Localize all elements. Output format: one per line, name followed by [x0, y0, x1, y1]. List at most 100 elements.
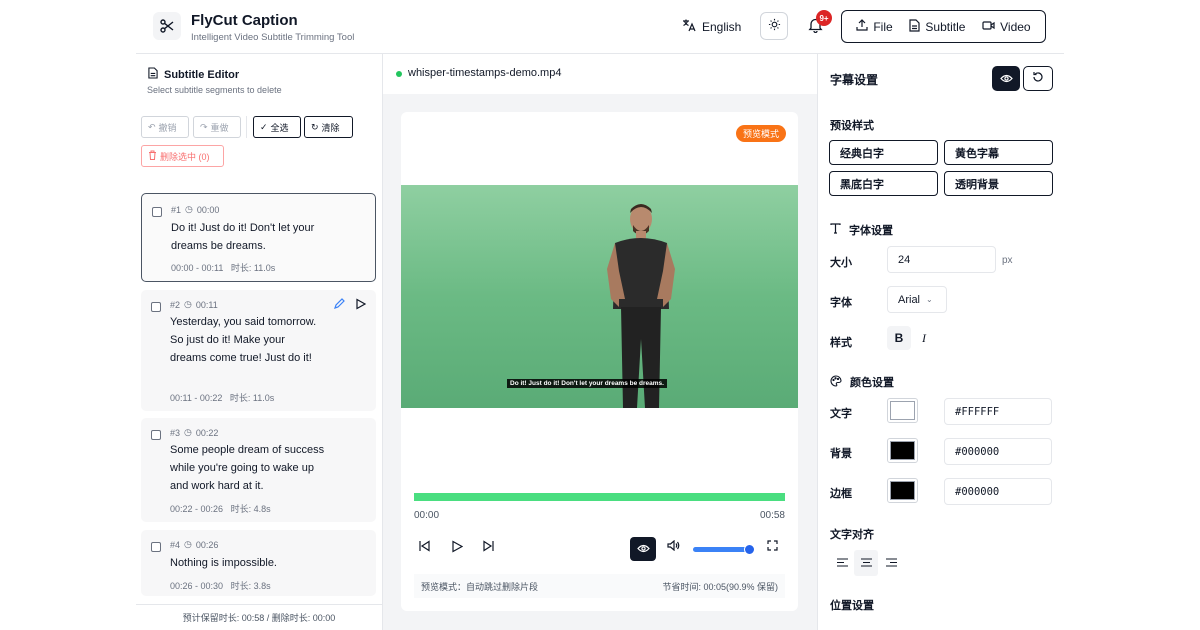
eye-icon: [999, 72, 1013, 86]
preview-info-bar: 预览模式：自动跳过删除片段 节省时间: 00:05(90.9% 保留): [414, 574, 785, 598]
subtitle-segment[interactable]: #3 ◷ 00:22 Some people dream of success …: [141, 418, 376, 522]
align-left-button[interactable]: [830, 550, 854, 576]
app-window: FlyCut Caption Intelligent Video Subtitl…: [136, 0, 1064, 630]
subtitle-visibility-button[interactable]: [630, 537, 656, 561]
segment-checkbox[interactable]: [152, 207, 162, 217]
text-color-label: 文字: [830, 408, 852, 420]
video-caption: Do it! Just do it! Don't let your dreams…: [507, 379, 667, 388]
font-section-heading: 字体设置: [830, 222, 893, 238]
clock-icon: ◷: [184, 539, 192, 549]
segment-text: Nothing is impossible.: [170, 557, 277, 569]
segment-checkbox[interactable]: [151, 302, 161, 312]
skip-back-button[interactable]: [418, 540, 431, 555]
segment-range: 00:00 - 00:11: [171, 263, 224, 273]
skip-forward-button[interactable]: [482, 540, 495, 555]
subtitle-menu-button[interactable]: Subtitle: [909, 18, 965, 35]
preset-classic-white[interactable]: 经典白字: [829, 140, 938, 165]
segment-start: 00:00: [196, 204, 220, 215]
timeline-progress-bar[interactable]: [414, 493, 785, 501]
font-size-input[interactable]: 24: [887, 246, 996, 273]
undo-icon: ↶: [148, 121, 156, 132]
subtitle-segment[interactable]: #1 ◷ 00:00 Do it! Just do it! Don't let …: [141, 193, 376, 282]
size-unit: px: [1002, 255, 1013, 266]
align-right-icon: [885, 556, 897, 570]
text-color-input[interactable]: #FFFFFF: [944, 398, 1052, 425]
video-frame[interactable]: Do it! Just do it! Don't let your dreams…: [401, 185, 798, 408]
bg-color-picker[interactable]: [887, 438, 918, 463]
fullscreen-button[interactable]: [767, 540, 778, 554]
segment-checkbox[interactable]: [151, 542, 161, 552]
select-all-label: 全选: [270, 122, 289, 133]
preset-transparent[interactable]: 透明背景: [944, 171, 1053, 196]
pencil-icon[interactable]: [333, 298, 345, 313]
video-player-card: 预览模式 Do it! Just do it! Don't let your d…: [401, 112, 798, 611]
size-label: 大小: [830, 257, 852, 269]
editor-title-label: Subtitle Editor: [164, 68, 240, 81]
segment-duration: 时长: 11.0s: [230, 263, 276, 273]
align-center-button[interactable]: [854, 550, 878, 576]
preset-black-bg[interactable]: 黑底白字: [829, 171, 938, 196]
segment-text: Do it! Just do it! Don't let your dreams…: [171, 222, 315, 252]
subtitle-segment[interactable]: #4 ◷ 00:26 Nothing is impossible. 00:26 …: [141, 530, 376, 596]
language-switcher[interactable]: English: [682, 18, 741, 35]
video-menu-button[interactable]: Video: [982, 19, 1031, 34]
position-label: 位置设置: [830, 600, 874, 612]
style-label: 样式: [830, 337, 852, 349]
segment-start: 00:22: [195, 427, 219, 438]
segment-meta: 00:26 - 00:30 时长: 3.8s: [170, 579, 271, 592]
font-section-label: 字体设置: [849, 225, 893, 237]
border-color-swatch: [890, 481, 915, 500]
preview-mode-badge: 预览模式: [735, 125, 786, 142]
segment-duration: 时长: 11.0s: [229, 393, 275, 403]
redo-button[interactable]: ↷ 重做: [193, 116, 241, 138]
current-time: 00:00: [414, 510, 440, 521]
reset-settings-button[interactable]: [1023, 66, 1053, 91]
document-icon: [909, 18, 920, 35]
clock-icon: ◷: [184, 427, 192, 437]
play-button[interactable]: [451, 540, 464, 556]
segment-checkbox[interactable]: [151, 430, 161, 440]
font-family-select[interactable]: Arial ⌄: [887, 286, 947, 313]
upload-icon: [856, 19, 868, 34]
subtitle-segment[interactable]: #2 ◷ 00:11 Yesterday, you said tomorrow.…: [141, 290, 376, 411]
document-icon: [148, 67, 158, 82]
segment-index: #4: [170, 539, 181, 550]
preset-yellow[interactable]: 黄色字幕: [944, 140, 1053, 165]
volume-button[interactable]: [667, 539, 680, 554]
subtitle-editor-panel: Subtitle Editor Select subtitle segments…: [136, 54, 383, 630]
redo-label: 重做: [210, 122, 229, 133]
delete-selected-button[interactable]: 删除选中 (0): [141, 145, 224, 167]
segment-duration: 时长: 3.8s: [230, 581, 271, 591]
presets-heading: 预设样式: [830, 120, 874, 132]
bold-toggle[interactable]: B: [887, 326, 911, 350]
subtitle-settings-panel: 字幕设置 预设样式 经典白字 黄色字幕 黑底白字 透明背景 字体设置 大小 24…: [817, 54, 1064, 630]
editor-subtitle: Select subtitle segments to delete: [147, 85, 282, 95]
skip-forward-icon: [482, 540, 495, 555]
segment-actions: [333, 298, 367, 313]
video-menu-label: Video: [1000, 19, 1031, 34]
segment-range: 00:22 - 00:26: [170, 504, 224, 514]
undo-label: 撤销: [158, 122, 177, 133]
editor-title: Subtitle Editor: [148, 67, 239, 82]
play-icon[interactable]: [355, 298, 367, 313]
border-color-picker[interactable]: [887, 478, 918, 503]
clear-button[interactable]: ↻ 清除: [304, 116, 353, 138]
volume-slider-handle[interactable]: [744, 544, 756, 555]
language-label: English: [702, 19, 742, 34]
bg-color-input[interactable]: #000000: [944, 438, 1052, 465]
segment-duration: 时长: 4.8s: [230, 504, 271, 514]
undo-button[interactable]: ↶ 撤销: [141, 116, 189, 138]
app-title: FlyCut Caption: [191, 12, 298, 29]
text-color-picker[interactable]: [887, 398, 918, 423]
clock-icon: ◷: [185, 204, 193, 214]
play-icon: [451, 540, 464, 556]
italic-toggle[interactable]: I: [912, 326, 936, 350]
preview-toggle-button[interactable]: [992, 66, 1020, 91]
file-menu-button[interactable]: File: [856, 19, 893, 34]
border-color-input[interactable]: #000000: [944, 478, 1052, 505]
check-icon: ✓: [260, 121, 268, 132]
theme-toggle-button[interactable]: [760, 12, 788, 40]
align-right-button[interactable]: [879, 550, 903, 576]
select-all-button[interactable]: ✓ 全选: [253, 116, 301, 138]
segment-index: #3: [170, 427, 181, 438]
